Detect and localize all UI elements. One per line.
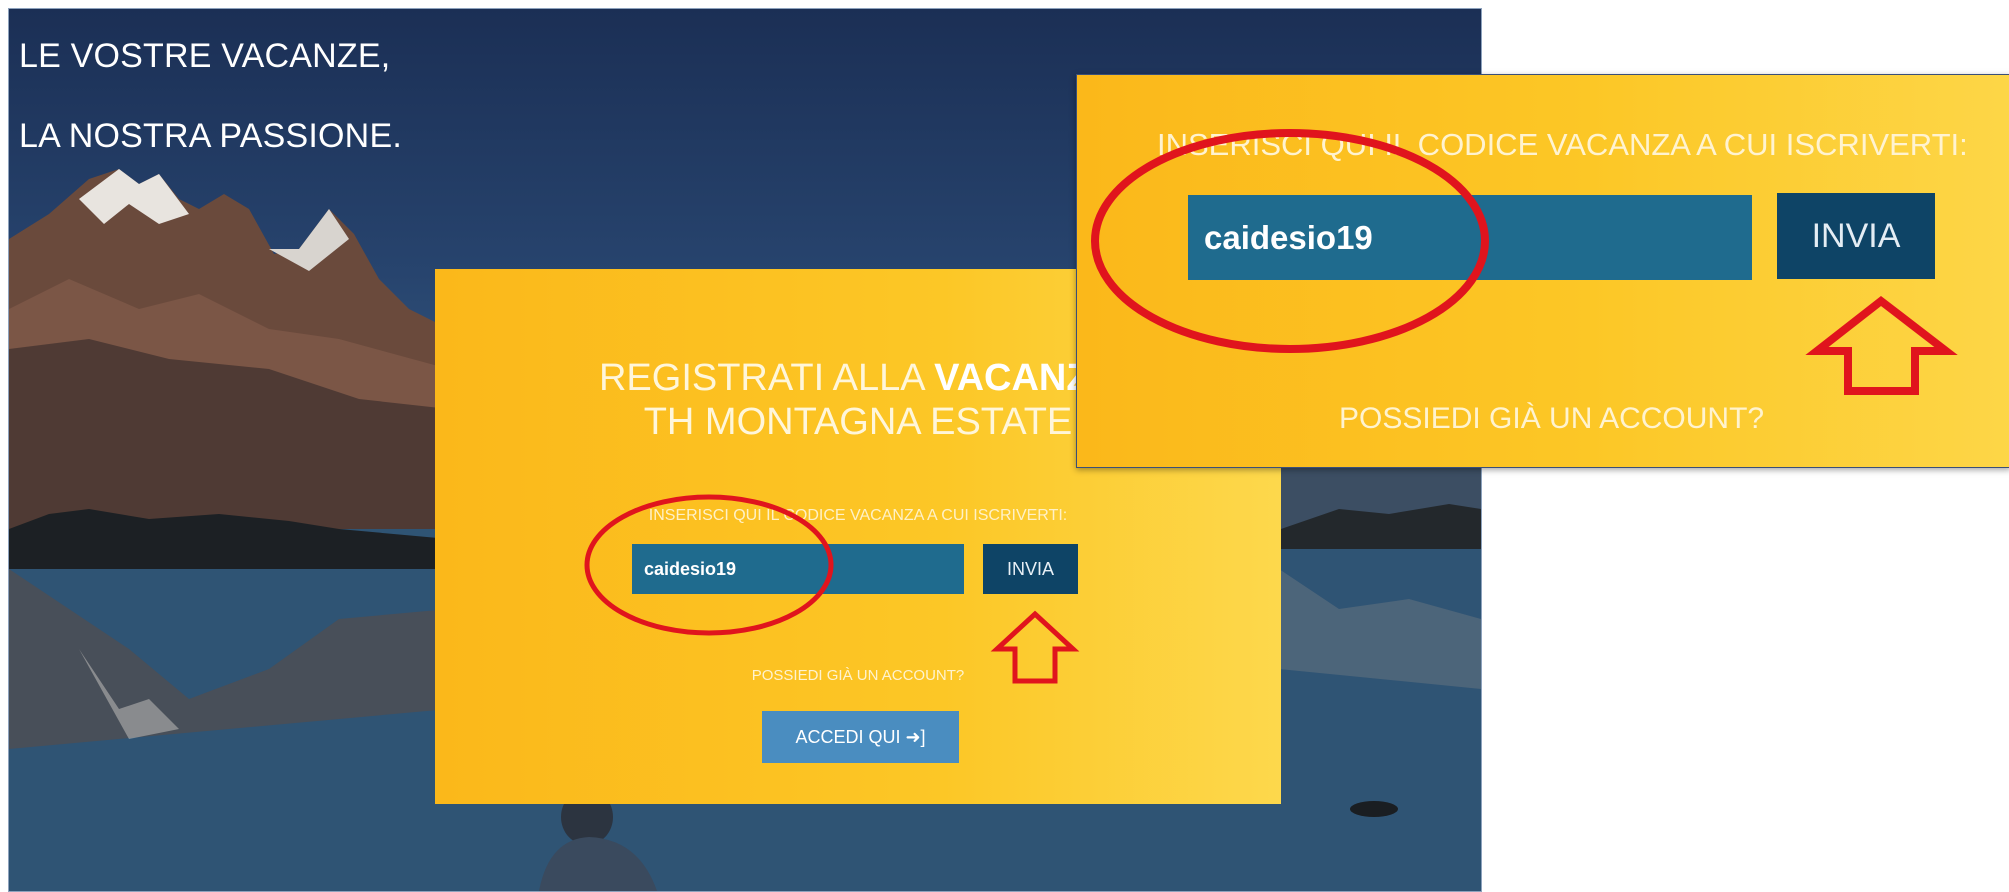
vacation-code-input[interactable] bbox=[632, 544, 964, 594]
sign-in-icon: ➜] bbox=[905, 726, 926, 747]
zoom-existing-account-question: POSSIEDI GIÀ UN ACCOUNT? bbox=[1339, 402, 1765, 435]
card-title-prefix: REGISTRATI ALLA bbox=[598, 357, 935, 399]
login-button-label: ACCEDI QUI bbox=[795, 726, 901, 747]
login-button[interactable]: ACCEDI QUI ➜] bbox=[762, 711, 959, 763]
zoom-submit-code-button[interactable]: INVIA bbox=[1777, 193, 1935, 279]
submit-code-button[interactable]: INVIA bbox=[983, 544, 1078, 594]
zoom-vacation-code-input[interactable] bbox=[1188, 195, 1752, 280]
zoomed-inset: INSERISCI QUI IL CODICE VACANZA A CUI IS… bbox=[1076, 74, 2009, 468]
zoom-code-prompt-label: INSERISCI QUI IL CODICE VACANZA A CUI IS… bbox=[1157, 127, 1968, 162]
hero-tagline-line1: LE VOSTRE VACANZE, bbox=[19, 37, 391, 75]
existing-account-question: POSSIEDI GIÀ UN ACCOUNT? bbox=[751, 667, 965, 684]
hero-tagline-line2: LA NOSTRA PASSIONE. bbox=[19, 117, 402, 155]
code-prompt-label: INSERISCI QUI IL CODICE VACANZA A CUI IS… bbox=[648, 507, 1068, 524]
zoom-up-arrow-icon bbox=[1805, 295, 1958, 395]
